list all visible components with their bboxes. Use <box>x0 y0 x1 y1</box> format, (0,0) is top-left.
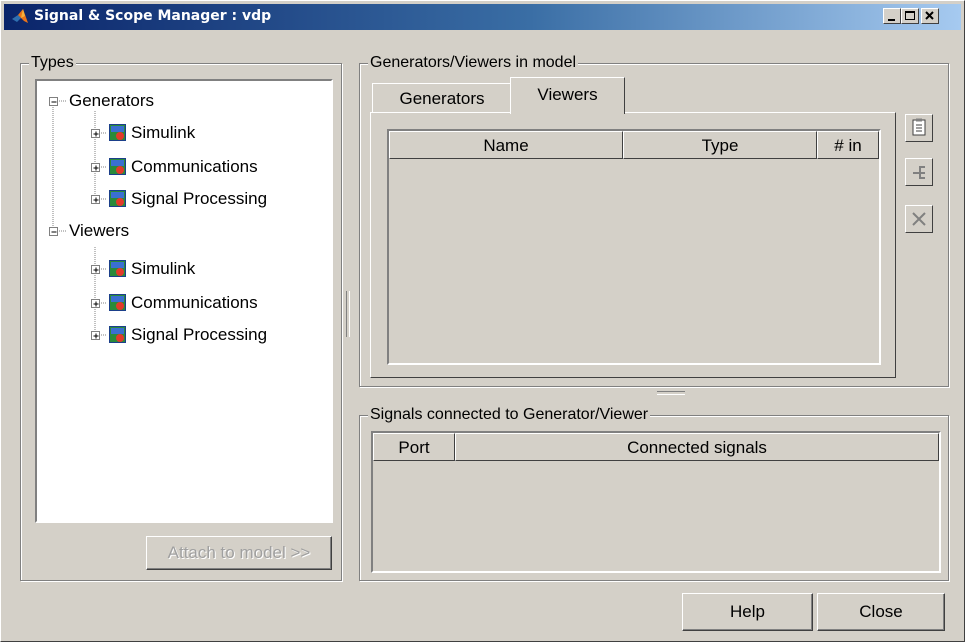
close-window-button[interactable] <box>921 8 939 24</box>
tree-node-label: Viewers <box>69 221 130 240</box>
expand-generators-simulink-icon[interactable] <box>91 129 100 138</box>
close-button[interactable]: Close <box>817 593 945 631</box>
library-icon <box>109 124 126 141</box>
tree-node-viewers-communications[interactable]: Communications <box>109 291 319 315</box>
library-icon <box>109 294 126 311</box>
tree-node-label: Generators <box>69 91 155 110</box>
column-header-name[interactable]: Name <box>389 131 623 159</box>
tree-node-viewers-simulink[interactable]: Simulink <box>109 257 309 281</box>
expand-generators-signal-processing-icon[interactable] <box>91 195 100 204</box>
column-header-type[interactable]: Type <box>623 131 817 159</box>
tree-node-generators-communications[interactable]: Communications <box>109 155 319 179</box>
tree-node-label: Simulink <box>131 123 196 142</box>
help-button[interactable]: Help <box>682 593 813 631</box>
connected-signals-table[interactable]: Port Connected signals <box>371 431 941 573</box>
library-icon <box>109 158 126 175</box>
collapse-viewers-icon[interactable] <box>49 227 58 236</box>
tree-node-label: Signal Processing <box>131 189 268 208</box>
column-header-port[interactable]: Port <box>373 433 455 461</box>
tab-join <box>511 111 624 114</box>
attach-to-model-button[interactable]: Attach to model >> <box>146 536 332 570</box>
types-group-title: Types <box>29 53 76 73</box>
expand-generators-communications-icon[interactable] <box>91 163 100 172</box>
library-icon <box>109 326 126 343</box>
expand-viewers-communications-icon[interactable] <box>91 299 100 308</box>
model-group-title: Generators/Viewers in model <box>368 53 579 73</box>
library-icon <box>109 190 126 207</box>
tree-node-label: Simulink <box>131 259 196 278</box>
tree-node-label: Communications <box>131 157 258 176</box>
edit-signals-button[interactable] <box>905 158 933 186</box>
expand-viewers-signal-processing-icon[interactable] <box>91 331 100 340</box>
minimize-button[interactable] <box>883 8 901 24</box>
horizontal-splitter[interactable] <box>657 391 685 395</box>
tree-node-generators-signal-processing[interactable]: Signal Processing <box>109 187 324 211</box>
library-icon <box>109 260 126 277</box>
column-header-connected-signals[interactable]: Connected signals <box>455 433 939 461</box>
tree-node-label: Communications <box>131 293 258 312</box>
types-tree[interactable]: Generators Simulink Communications Signa… <box>35 79 333 523</box>
vertical-splitter[interactable] <box>346 291 350 337</box>
tree-node-viewers-signal-processing[interactable]: Signal Processing <box>109 323 324 347</box>
tab-generators[interactable]: Generators <box>372 83 512 113</box>
signal-scope-manager-window: Signal & Scope Manager : vdp Types Gener… <box>0 0 965 642</box>
expand-viewers-simulink-icon[interactable] <box>91 265 100 274</box>
maximize-button[interactable] <box>901 8 919 24</box>
window-title: Signal & Scope Manager : vdp <box>34 8 272 24</box>
title-bar[interactable]: Signal & Scope Manager : vdp <box>4 4 961 30</box>
matlab-icon <box>11 8 29 26</box>
tree-node-label: Signal Processing <box>131 325 268 344</box>
column-header-num-inputs[interactable]: # in <box>817 131 879 159</box>
tree-node-generators-simulink[interactable]: Simulink <box>109 121 309 145</box>
model-blocks-table[interactable]: Name Type # in <box>387 129 881 365</box>
collapse-generators-icon[interactable] <box>49 97 58 106</box>
properties-button[interactable] <box>905 114 933 142</box>
tab-viewers[interactable]: Viewers <box>510 77 625 114</box>
signals-group-title: Signals connected to Generator/Viewer <box>368 405 651 425</box>
delete-button[interactable] <box>905 205 933 233</box>
